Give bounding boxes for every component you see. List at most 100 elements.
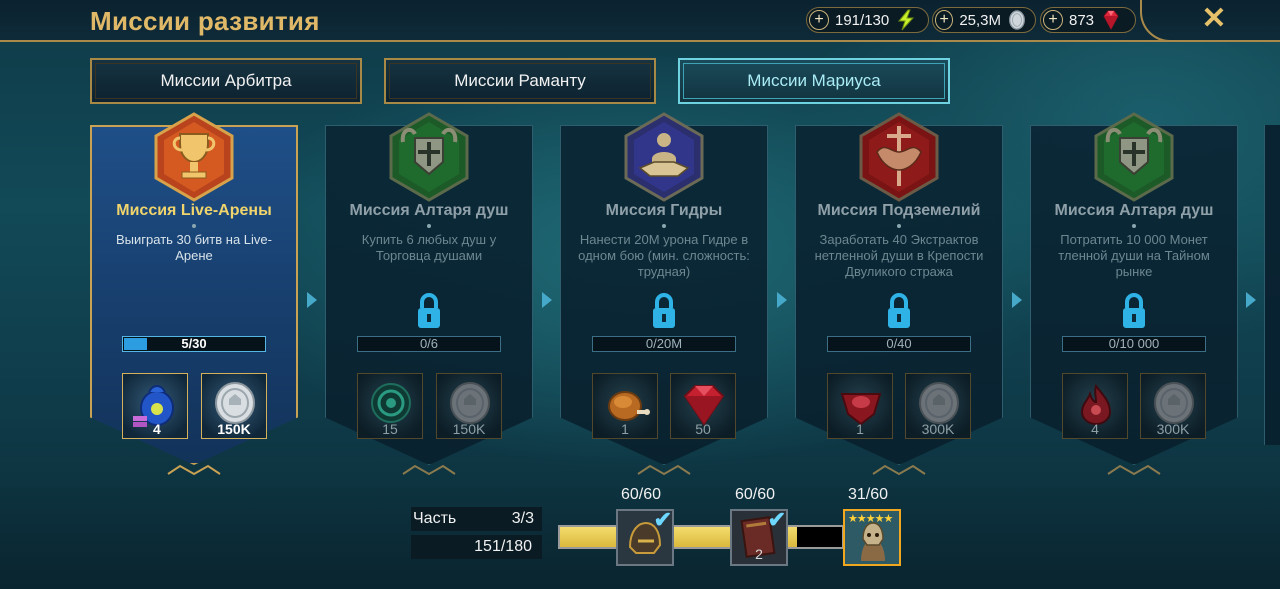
- lock-icon: [418, 293, 440, 328]
- dungeon-crest-icon: [859, 112, 939, 202]
- handshake-icon: [624, 112, 704, 202]
- reward-quantity: 1: [856, 421, 864, 437]
- gems-value: 873: [1069, 11, 1095, 29]
- part-label: Часть: [413, 510, 457, 527]
- progress-text: 0/10 000: [1108, 336, 1160, 351]
- mission-description: Потратить 10 000 Монет тленной души на Т…: [1058, 232, 1210, 279]
- reward-quantity: 4: [153, 421, 161, 437]
- tab-arbiter-missions[interactable]: Миссии Арбитра: [90, 58, 362, 104]
- top-bar: Миссии развития + 191/130 + 25,3M + 873 …: [0, 0, 1280, 42]
- reward-slot[interactable]: 50: [670, 373, 736, 439]
- mission-progress-bar: 0/6: [357, 336, 501, 352]
- divider-dot: [192, 224, 196, 228]
- trophy-icon: [154, 112, 234, 202]
- next-arrow-icon: [542, 292, 552, 308]
- progress-fill: [124, 338, 147, 350]
- divider-dot: [897, 224, 901, 228]
- mission-title: Миссия Гидры: [605, 202, 723, 219]
- milestone-label: 60/60: [620, 486, 662, 503]
- energy-value: 191/130: [835, 11, 890, 29]
- reward-quantity: 50: [695, 421, 711, 437]
- header-ornament: [1140, 0, 1180, 42]
- add-energy-button[interactable]: +: [809, 10, 829, 30]
- reward-quantity: 150K: [452, 421, 486, 437]
- silver-value: 25,3M: [959, 11, 1002, 29]
- lock-icon: [653, 293, 675, 328]
- mission-description: Купить 6 любых душ у Торговца душами: [361, 232, 497, 263]
- mission-title: Миссия Подземелий: [817, 202, 981, 219]
- reward-quantity: 15: [382, 421, 398, 437]
- milestone-label: 31/60: [847, 486, 889, 503]
- reward-slot[interactable]: 4: [122, 373, 188, 439]
- mission-description: Заработать 40 Экстрактов нетленной души …: [814, 232, 984, 279]
- milestone-label: 60/60: [734, 486, 776, 503]
- mission-progress-bar: 5/30: [122, 336, 266, 352]
- gem-icon: [1103, 10, 1119, 31]
- reward-slot[interactable]: 15: [357, 373, 423, 439]
- card-ornament: [1107, 464, 1161, 476]
- mission-description: Выиграть 30 битв на Live-Арене: [116, 232, 272, 263]
- progress-text: 0/6: [419, 336, 439, 351]
- energy-icon: [898, 9, 915, 31]
- energy-counter[interactable]: + 191/130: [806, 7, 929, 33]
- next-arrow-icon: [1246, 292, 1256, 308]
- silver-coin-icon: [1009, 10, 1025, 30]
- lock-icon: [1123, 293, 1145, 328]
- card-ornament: [637, 464, 691, 476]
- divider-dot: [1132, 224, 1136, 228]
- reward-quantity: 1: [621, 421, 629, 437]
- card-ornament: [872, 464, 926, 476]
- milestone-progress-bar: [558, 525, 844, 549]
- progress-text: 0/40: [886, 336, 912, 351]
- mission-progress-bar: 0/20M: [592, 336, 736, 352]
- reward-quantity: 300K: [921, 421, 955, 437]
- progress-text: 5/30: [181, 336, 207, 351]
- next-arrow-icon: [307, 292, 317, 308]
- reward-quantity: 300K: [1156, 421, 1190, 437]
- claimed-check-icon: ✔: [767, 507, 786, 532]
- reward-slot[interactable]: 1: [827, 373, 893, 439]
- silver-counter[interactable]: + 25,3M: [932, 7, 1036, 33]
- milestone-reward-final[interactable]: ★★★★★: [843, 509, 901, 566]
- horned-helmet-icon: [1094, 112, 1174, 202]
- reward-quantity: 150K: [217, 421, 251, 437]
- gems-counter[interactable]: + 873: [1040, 7, 1136, 33]
- reward-quantity: 4: [1091, 421, 1099, 437]
- divider-dot: [427, 224, 431, 228]
- reward-slot[interactable]: 150K: [201, 373, 267, 439]
- reward-slot[interactable]: 150K: [436, 373, 502, 439]
- add-gems-button[interactable]: +: [1043, 10, 1063, 30]
- tab-marius-missions[interactable]: Миссии Мариуса: [678, 58, 950, 104]
- mission-title: Миссия Алтаря душ: [349, 202, 509, 219]
- mission-title: Миссия Алтаря душ: [1054, 202, 1214, 219]
- progress-text: 0/20M: [645, 336, 683, 351]
- milestone-reward-2[interactable]: ✔ 2: [730, 507, 788, 566]
- next-card-edge: [1264, 125, 1280, 445]
- lock-icon: [888, 293, 910, 328]
- milestone-quantity: 2: [755, 546, 763, 562]
- reward-slot[interactable]: 300K: [905, 373, 971, 439]
- mission-description: Нанести 20M урона Гидре в одном бою (мин…: [578, 232, 750, 279]
- mission-title: Миссия Live-Арены: [116, 202, 272, 219]
- reward-slot[interactable]: 300K: [1140, 373, 1206, 439]
- close-button[interactable]: ✕: [1200, 4, 1228, 34]
- reward-slot[interactable]: 1: [592, 373, 658, 439]
- part-indicator: Часть 3/3: [411, 507, 542, 531]
- card-ornament: [402, 464, 456, 476]
- mission-progress-bar: 0/40: [827, 336, 971, 352]
- points-total: 151/180: [411, 535, 542, 559]
- next-arrow-icon: [1012, 292, 1022, 308]
- mission-progress-bar: 0/10 000: [1062, 336, 1206, 352]
- page-title: Миссии развития: [90, 6, 320, 36]
- next-arrow-icon: [777, 292, 787, 308]
- rarity-stars-icon: ★★★★★: [848, 513, 893, 525]
- card-ornament: [167, 464, 221, 476]
- claimed-check-icon: ✔: [653, 507, 672, 532]
- reward-slot[interactable]: 4: [1062, 373, 1128, 439]
- divider-dot: [662, 224, 666, 228]
- add-silver-button[interactable]: +: [935, 10, 954, 30]
- milestone-reward-1[interactable]: ✔: [616, 507, 674, 566]
- part-value: 3/3: [511, 510, 534, 527]
- tab-ramantu-missions[interactable]: Миссии Раманту: [384, 58, 656, 104]
- horned-helmet-icon: [389, 112, 469, 202]
